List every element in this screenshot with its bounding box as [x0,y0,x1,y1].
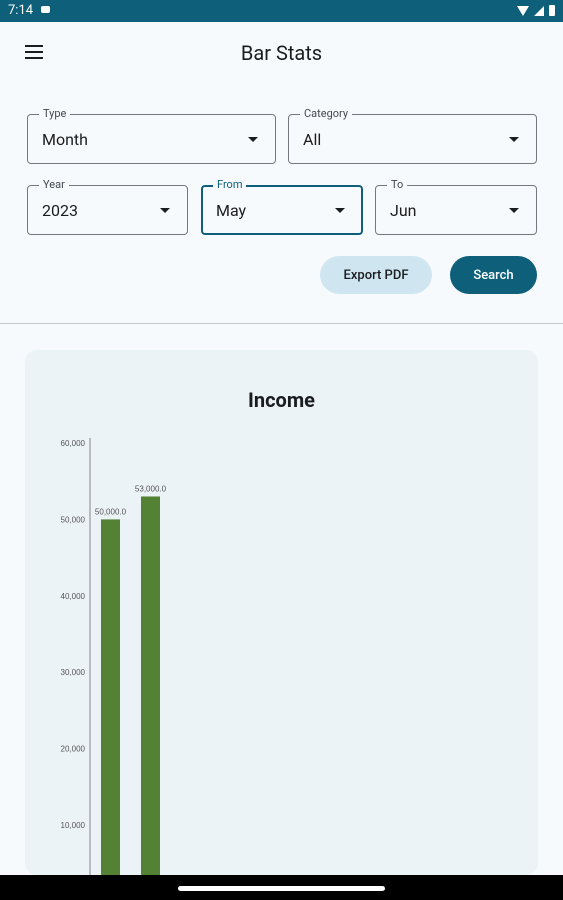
year-value: 2023 [42,201,78,220]
from-label: From [213,178,247,192]
category-label: Category [300,107,353,121]
y-tick-label: 60,000 [61,439,86,448]
signal-icon [534,5,544,16]
status-time: 7:14 [8,3,34,18]
chevron-down-icon [160,208,170,213]
income-bar-chart: 10,000 20,000 30,000 40,000 50,000 60,000 50,0… [61,438,167,875]
bar-data-label: 53,000.0 [135,484,167,493]
bar-jun [141,496,160,875]
to-dropdown[interactable]: To Jun [375,178,537,235]
y-tick-label: 40,000 [61,592,86,601]
page-title: Bar Stats [240,41,323,65]
from-dropdown[interactable]: From May [201,178,363,235]
y-tick-label: 10,000 [61,821,86,830]
status-bar: 7:14 [0,0,563,22]
y-tick-label: 30,000 [61,668,86,677]
chevron-down-icon [509,137,519,142]
home-gesture-handle[interactable] [178,886,385,891]
divider [0,323,563,324]
year-label: Year [39,178,69,192]
category-value: All [303,130,322,149]
type-dropdown[interactable]: Type Month [27,107,276,164]
app-bar: Bar Stats [0,22,563,86]
message-notification-icon [41,6,50,13]
chevron-down-icon [248,137,258,142]
type-label: Type [39,107,71,121]
year-dropdown[interactable]: Year 2023 [27,178,188,235]
to-value: Jun [390,201,417,220]
category-dropdown[interactable]: Category All [288,107,537,164]
export-pdf-button[interactable]: Export PDF [320,256,432,294]
y-tick-label: 50,000 [61,515,86,524]
type-value: Month [42,130,88,149]
status-icons [517,5,555,16]
bar-may [101,519,120,875]
bar-data-label: 50,000.0 [95,507,127,516]
navigation-bar [0,875,563,900]
y-tick-label: 20,000 [61,745,86,754]
to-label: To [387,178,408,192]
chevron-down-icon [335,208,345,213]
wifi-icon [517,5,529,16]
from-value: May [216,201,247,220]
search-button[interactable]: Search [450,256,537,294]
chevron-down-icon [509,208,519,213]
chart-title: Income [248,388,315,412]
battery-icon [549,5,555,16]
